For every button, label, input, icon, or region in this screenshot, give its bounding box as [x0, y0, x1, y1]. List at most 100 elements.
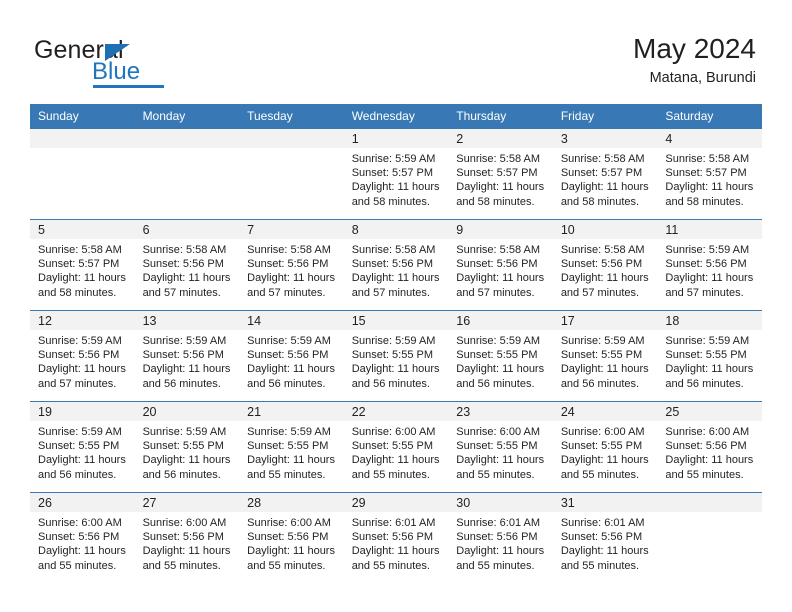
day-details: Sunrise: 5:59 AM Sunset: 5:56 PM Daylight:…	[657, 239, 762, 300]
calendar-day-cell[interactable]: 10 Sunrise: 5:58 AM Sunset: 5:56 PM Dayligh…	[552, 219, 658, 311]
calendar-day-cell[interactable]: 25 Sunrise: 6:00 AM Sunset: 5:56 PM Dayligh…	[657, 401, 762, 493]
day-details: Sunrise: 6:01 AM Sunset: 5:56 PM Daylight:…	[448, 512, 553, 573]
calendar-day-cell[interactable]: 20 Sunrise: 5:59 AM Sunset: 5:55 PM Dayligh…	[134, 401, 240, 493]
sunrise-text: Sunrise: 5:59 AM	[38, 426, 122, 438]
daylight-text-line2: and 57 minutes.	[560, 286, 640, 299]
sunrise-text: Sunrise: 5:58 AM	[247, 244, 331, 256]
calendar-day-cell[interactable]: 19 Sunrise: 5:59 AM Sunset: 5:55 PM Dayligh…	[30, 401, 135, 493]
day-number: 29	[351, 496, 366, 510]
day-number-band	[134, 129, 240, 148]
sunset-text: Sunset: 5:56 PM	[247, 349, 329, 362]
sunset-text: Sunset: 5:55 PM	[142, 440, 224, 453]
calendar-day-cell[interactable]: 8 Sunrise: 5:58 AM Sunset: 5:56 PM Daylight…	[343, 219, 449, 311]
sunrise-text: Sunrise: 5:58 AM	[142, 244, 227, 256]
daylight-text-line1: Daylight: 11 hours	[351, 363, 440, 376]
calendar-day-cell[interactable]: 18 Sunrise: 5:59 AM Sunset: 5:55 PM Dayligh…	[657, 310, 762, 402]
calendar-day-cell[interactable]: 2 Sunrise: 5:58 AM Sunset: 5:57 PM Daylight…	[448, 129, 553, 220]
day-details: Sunrise: 5:58 AM Sunset: 5:56 PM Daylight:…	[448, 239, 553, 300]
sunset-text: Sunset: 5:56 PM	[142, 258, 224, 271]
day-number-band: 24	[552, 402, 658, 421]
calendar-day-cell[interactable]: 1 Sunrise: 5:59 AM Sunset: 5:57 PM Daylight…	[343, 129, 449, 220]
daylight-text-line2: and 55 minutes.	[247, 468, 326, 481]
sunrise-text: Sunrise: 5:58 AM	[351, 244, 436, 256]
calendar-week-row: 5 Sunrise: 5:58 AM Sunset: 5:57 PM Daylight…	[30, 219, 762, 311]
day-details: Sunrise: 6:01 AM Sunset: 5:56 PM Daylight:…	[553, 512, 658, 573]
daylight-text-line1: Daylight: 11 hours	[560, 363, 649, 376]
sunset-text: Sunset: 5:55 PM	[456, 440, 538, 453]
weekday-header-friday: Friday	[552, 104, 658, 129]
calendar-day-cell[interactable]: 11 Sunrise: 5:59 AM Sunset: 5:56 PM Dayligh…	[657, 219, 762, 311]
calendar-day-cell[interactable]: 4 Sunrise: 5:58 AM Sunset: 5:57 PM Daylight…	[657, 129, 762, 220]
day-number: 5	[38, 223, 45, 237]
sunset-text: Sunset: 5:56 PM	[247, 531, 329, 544]
weekday-header-monday: Monday	[134, 104, 240, 129]
daylight-text-line2: and 56 minutes.	[351, 377, 430, 390]
calendar-day-cell[interactable]: 5 Sunrise: 5:58 AM Sunset: 5:57 PM Daylight…	[30, 219, 135, 311]
calendar-day-cell[interactable]: 22 Sunrise: 6:00 AM Sunset: 5:55 PM Dayligh…	[343, 401, 449, 493]
calendar-grid: Sunday Monday Tuesday Wednesday Thursday…	[30, 104, 762, 583]
calendar-day-cell[interactable]: 23 Sunrise: 6:00 AM Sunset: 5:55 PM Dayligh…	[448, 401, 553, 493]
calendar-day-cell[interactable]: 29 Sunrise: 6:01 AM Sunset: 5:56 PM Dayligh…	[343, 492, 449, 583]
calendar-day-cell[interactable]: 26 Sunrise: 6:00 AM Sunset: 5:56 PM Dayligh…	[30, 492, 135, 583]
calendar-day-cell[interactable]: 6 Sunrise: 5:58 AM Sunset: 5:56 PM Daylight…	[134, 219, 240, 311]
calendar-day-cell[interactable]: 27 Sunrise: 6:00 AM Sunset: 5:56 PM Dayligh…	[134, 492, 240, 583]
calendar-day-cell[interactable]: 12 Sunrise: 5:59 AM Sunset: 5:56 PM Dayligh…	[30, 310, 135, 402]
day-number: 12	[38, 314, 52, 328]
sunset-text: Sunset: 5:57 PM	[456, 167, 538, 180]
day-number: 26	[38, 496, 52, 510]
day-number-band: 28	[239, 493, 344, 512]
sunrise-text: Sunrise: 6:01 AM	[456, 517, 541, 529]
calendar-day-cell[interactable]: 13 Sunrise: 5:59 AM Sunset: 5:56 PM Dayligh…	[134, 310, 240, 402]
day-number-band: 7	[239, 220, 344, 239]
calendar-day-cell[interactable]: 16 Sunrise: 5:59 AM Sunset: 5:55 PM Dayligh…	[448, 310, 553, 402]
sunset-text: Sunset: 5:55 PM	[560, 349, 643, 362]
sunset-text: Sunset: 5:55 PM	[351, 440, 434, 453]
calendar-day-cell[interactable]: 28 Sunrise: 6:00 AM Sunset: 5:56 PM Dayligh…	[239, 492, 344, 583]
daylight-text-line2: and 57 minutes.	[351, 286, 430, 299]
sunset-text: Sunset: 5:56 PM	[38, 531, 120, 544]
calendar-day-cell[interactable]: 9 Sunrise: 5:58 AM Sunset: 5:56 PM Daylight…	[448, 219, 553, 311]
day-number: 22	[351, 405, 366, 419]
day-number: 20	[142, 405, 157, 419]
day-details: Sunrise: 5:59 AM Sunset: 5:55 PM Daylight:…	[344, 330, 449, 391]
general-blue-logo[interactable]: General Blue	[34, 36, 274, 92]
daylight-text-line1: Daylight: 11 hours	[142, 363, 231, 376]
sunrise-text: Sunrise: 6:00 AM	[38, 517, 122, 529]
daylight-text-line2: and 55 minutes.	[351, 468, 430, 481]
day-number: 1	[351, 132, 359, 146]
calendar-day-cell[interactable]: 21 Sunrise: 5:59 AM Sunset: 5:55 PM Dayligh…	[239, 401, 344, 493]
calendar-day-cell[interactable]: 14 Sunrise: 5:59 AM Sunset: 5:56 PM Dayligh…	[239, 310, 344, 402]
day-number-band: 2	[448, 129, 553, 148]
sunrise-text: Sunrise: 5:58 AM	[665, 153, 750, 165]
calendar-day-cell[interactable]: 17 Sunrise: 5:59 AM Sunset: 5:55 PM Dayligh…	[552, 310, 658, 402]
day-number-band: 20	[134, 402, 240, 421]
day-number-band: 22	[343, 402, 449, 421]
calendar-table: Sunday Monday Tuesday Wednesday Thursday…	[30, 104, 762, 583]
day-details: Sunrise: 5:58 AM Sunset: 5:56 PM Daylight:…	[239, 239, 344, 300]
day-number: 31	[560, 496, 575, 510]
day-number: 23	[456, 405, 471, 419]
calendar-day-cell[interactable]: 31 Sunrise: 6:01 AM Sunset: 5:56 PM Dayligh…	[552, 492, 658, 583]
daylight-text-line1: Daylight: 11 hours	[38, 363, 126, 376]
calendar-header-row: Sunday Monday Tuesday Wednesday Thursday…	[30, 104, 762, 129]
daylight-text-line2: and 57 minutes.	[247, 286, 326, 299]
calendar-day-cell[interactable]: 7 Sunrise: 5:58 AM Sunset: 5:56 PM Daylight…	[239, 219, 344, 311]
sunset-text: Sunset: 5:55 PM	[456, 349, 538, 362]
sunset-text: Sunset: 5:56 PM	[456, 258, 538, 271]
day-details: Sunrise: 6:00 AM Sunset: 5:55 PM Daylight:…	[344, 421, 449, 482]
day-number: 16	[456, 314, 471, 328]
calendar-day-cell[interactable]: 3 Sunrise: 5:58 AM Sunset: 5:57 PM Daylight…	[552, 129, 658, 220]
sunrise-text: Sunrise: 6:00 AM	[456, 426, 541, 438]
calendar-body: 1 Sunrise: 5:59 AM Sunset: 5:57 PM Daylight…	[30, 129, 762, 583]
sunset-text: Sunset: 5:57 PM	[351, 167, 434, 180]
day-number-band: 10	[552, 220, 658, 239]
calendar-day-cell[interactable]: 30 Sunrise: 6:01 AM Sunset: 5:56 PM Dayligh…	[448, 492, 553, 583]
daylight-text-line1: Daylight: 11 hours	[247, 545, 335, 558]
calendar-day-cell[interactable]: 15 Sunrise: 5:59 AM Sunset: 5:55 PM Dayligh…	[343, 310, 449, 402]
day-number: 27	[142, 496, 157, 510]
day-details: Sunrise: 5:59 AM Sunset: 5:56 PM Daylight:…	[239, 330, 344, 391]
calendar-day-cell[interactable]: 24 Sunrise: 6:00 AM Sunset: 5:55 PM Dayligh…	[552, 401, 658, 493]
sunset-text: Sunset: 5:56 PM	[560, 531, 643, 544]
day-number: 7	[247, 223, 255, 237]
day-number-band: 5	[30, 220, 135, 239]
